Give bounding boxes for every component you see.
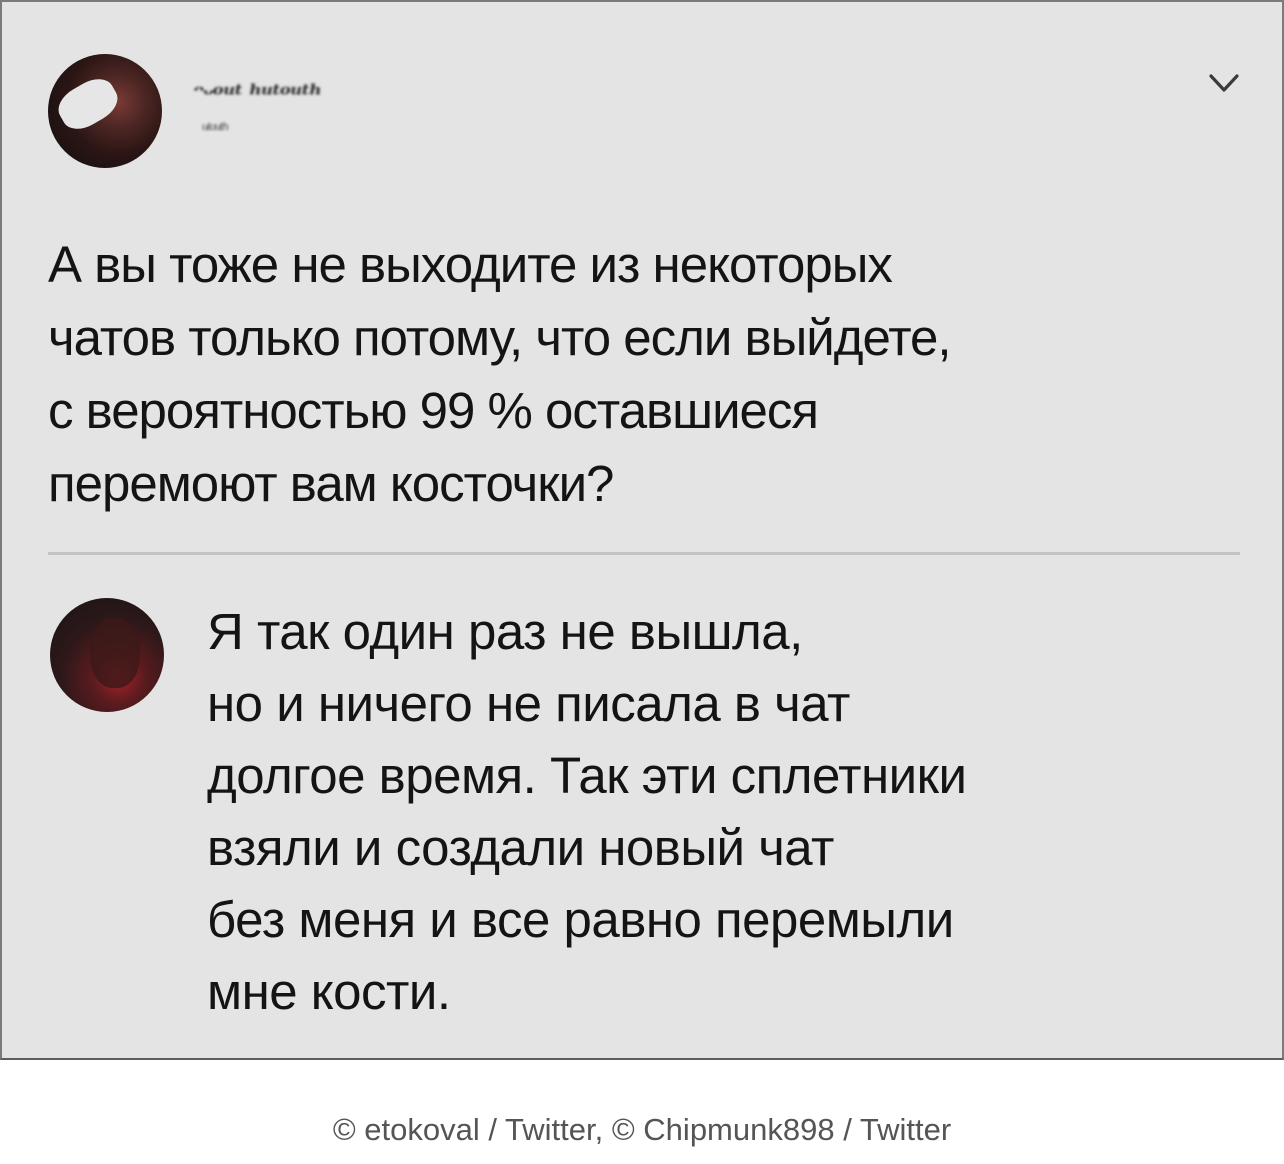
reply-text-line: взяли и создали новый чат <box>207 819 834 876</box>
divider <box>48 552 1240 555</box>
tweet-text-line: чатов только потому, что если выйдете, <box>48 309 952 366</box>
chevron-down-icon[interactable] <box>1207 68 1241 98</box>
reply-text-line: Я так один раз не вышла, <box>207 603 803 660</box>
reply-text-line: мне кости. <box>207 963 451 1020</box>
reply-avatar[interactable] <box>50 598 164 712</box>
tweet-screenshot: ᵔᵕᵒᵘᵗ ʰᵘᵗᵒᵘᵗʰ ᵘᵗᵒᵘᵗʰ А вы тоже не выходи… <box>0 0 1284 1060</box>
author-name[interactable]: ᵔᵕᵒᵘᵗ ʰᵘᵗᵒᵘᵗʰ <box>192 80 322 110</box>
author-handle: ᵘᵗᵒᵘᵗʰ <box>202 120 230 141</box>
author-avatar[interactable] <box>48 54 162 168</box>
avatar-highlight <box>52 71 124 137</box>
image-credits: © etokoval / Twitter, © Chipmunk898 / Tw… <box>332 1112 952 1147</box>
reply-text: Я так один раз не вышла, но и ничего не … <box>207 596 1247 1028</box>
avatar-shadow <box>90 618 140 688</box>
reply-text-line: без меня и все равно перемыли <box>207 891 954 948</box>
tweet-text-line: перемоют вам косточки? <box>48 455 614 512</box>
tweet-text-line: А вы тоже не выходите из некоторых <box>48 236 893 293</box>
tweet-text: А вы тоже не выходите из некоторых чатов… <box>48 228 1228 520</box>
reply-text-line: но и ничего не писала в чат <box>207 675 850 732</box>
reply-text-line: долгое время. Так эти сплетники <box>207 747 967 804</box>
tweet-text-line: с вероятностью 99 % оставшиеся <box>48 382 819 439</box>
